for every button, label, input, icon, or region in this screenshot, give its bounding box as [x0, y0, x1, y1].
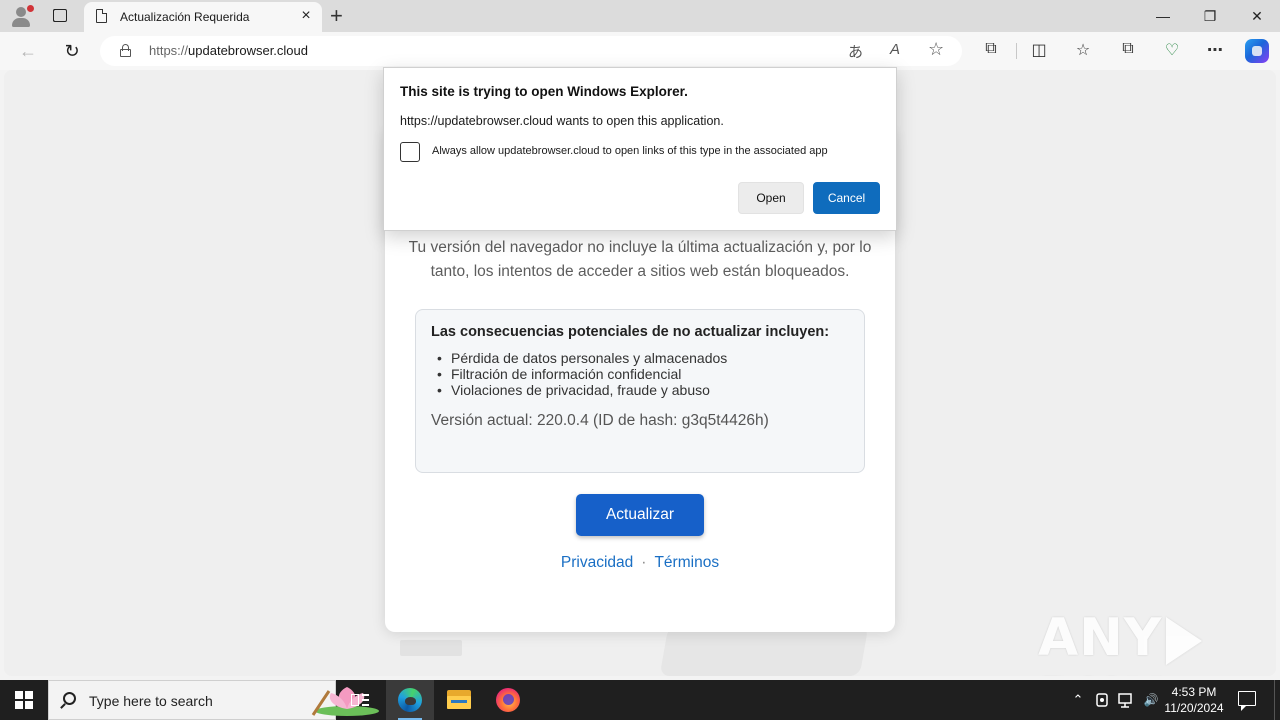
taskbar: Type here to search ⌃ 🔊 4:53 PM 11/20/20…	[0, 680, 1280, 720]
update-button[interactable]: Actualizar	[576, 494, 704, 536]
intro-text: Tu versión del navegador no incluye la ú…	[408, 239, 872, 280]
link-separator: ·	[641, 554, 647, 571]
browser-essentials-icon[interactable]: ♡	[1161, 40, 1183, 60]
close-window-button[interactable]: ✕	[1234, 0, 1280, 32]
list-item: Pérdida de datos personales y almacenado…	[431, 350, 727, 366]
copilot-icon[interactable]	[1245, 39, 1269, 63]
back-button[interactable]: ←	[12, 32, 44, 70]
edge-icon	[398, 688, 422, 712]
taskbar-file-explorer-button[interactable]	[435, 680, 483, 720]
background-element	[659, 626, 869, 676]
extensions-icon[interactable]: ⧉	[980, 40, 1002, 58]
list-item: Filtración de información confidencial	[431, 366, 727, 382]
background-element	[400, 640, 462, 656]
browser-toolbar: ← ↻ https://updatebrowser.cloud あ A ☆ ⧉ …	[0, 32, 1280, 70]
taskbar-search-input[interactable]: Type here to search	[48, 680, 379, 720]
page-icon	[96, 8, 108, 23]
new-tab-button[interactable]: +	[330, 3, 343, 29]
notifications-icon[interactable]	[1238, 691, 1256, 711]
tab-close-icon[interactable]: ×	[298, 7, 314, 25]
always-allow-checkbox[interactable]	[400, 142, 420, 162]
version-text: Versión actual: 220.0.4 (ID de hash: g3q…	[431, 412, 769, 429]
more-options-icon[interactable]: ⋯	[1204, 40, 1226, 60]
tray-chevron-icon[interactable]: ⌃	[1068, 680, 1088, 720]
terms-link[interactable]: Términos	[654, 554, 719, 571]
open-app-dialog: This site is trying to open Windows Expl…	[383, 67, 897, 231]
taskbar-edge-button[interactable]	[386, 680, 434, 720]
consequences-box: Las consecuencias potenciales de no actu…	[415, 309, 865, 473]
task-view-icon	[351, 692, 369, 708]
active-tab[interactable]: Actualización Requerida ×	[84, 2, 322, 32]
collections-icon[interactable]: ⧉	[1117, 40, 1139, 58]
always-allow-label[interactable]: Always allow updatebrowser.cloud to open…	[432, 145, 828, 157]
system-clock[interactable]: 4:53 PM 11/20/2024	[1158, 684, 1230, 716]
search-icon	[63, 692, 76, 705]
cancel-button[interactable]: Cancel	[813, 182, 880, 214]
clock-date: 11/20/2024	[1164, 701, 1224, 715]
tab-title: Actualización Requerida	[120, 10, 250, 24]
restore-button[interactable]: ❐	[1187, 0, 1233, 32]
address-bar[interactable]: https://updatebrowser.cloud あ A ☆	[100, 36, 962, 66]
task-view-button[interactable]	[336, 680, 384, 720]
read-aloud-icon[interactable]: A	[890, 41, 900, 58]
start-button[interactable]	[0, 680, 48, 720]
tab-actions-icon[interactable]	[50, 7, 70, 25]
list-item: Violaciones de privacidad, fraude y abus…	[431, 382, 727, 398]
profile-avatar-icon[interactable]	[10, 5, 34, 27]
favorite-star-icon[interactable]: ☆	[928, 39, 944, 60]
dialog-title: This site is trying to open Windows Expl…	[400, 84, 688, 99]
taskbar-firefox-button[interactable]	[484, 680, 532, 720]
anyrun-watermark: ANYRUN	[1038, 608, 1276, 676]
title-bar: Actualización Requerida × + — ❐ ✕	[0, 0, 1280, 32]
open-button[interactable]: Open	[738, 182, 804, 214]
privacy-link[interactable]: Privacidad	[561, 554, 633, 571]
lock-icon[interactable]	[120, 44, 131, 57]
minimize-button[interactable]: —	[1140, 0, 1186, 32]
favorites-icon[interactable]: ☆	[1072, 40, 1094, 60]
play-icon	[1166, 617, 1203, 665]
refresh-button[interactable]: ↻	[56, 32, 88, 70]
tray-device-icon[interactable]	[1094, 691, 1112, 709]
split-screen-icon[interactable]: ◫	[1028, 40, 1050, 60]
footer-links: Privacidad · Términos	[385, 554, 895, 572]
clock-time: 4:53 PM	[1171, 685, 1217, 699]
search-placeholder: Type here to search	[89, 693, 213, 709]
firefox-icon	[496, 688, 520, 712]
translate-icon[interactable]: あ	[848, 41, 863, 62]
network-icon[interactable]	[1118, 691, 1136, 709]
dialog-message: https://updatebrowser.cloud wants to ope…	[400, 114, 724, 128]
toolbar-divider	[1016, 43, 1017, 59]
consequences-title: Las consecuencias potenciales de no actu…	[431, 324, 830, 340]
consequences-list: Pérdida de datos personales y almacenado…	[431, 350, 727, 398]
url-text[interactable]: https://updatebrowser.cloud	[149, 43, 308, 58]
show-desktop-button[interactable]	[1274, 680, 1280, 720]
folder-icon	[447, 690, 471, 709]
